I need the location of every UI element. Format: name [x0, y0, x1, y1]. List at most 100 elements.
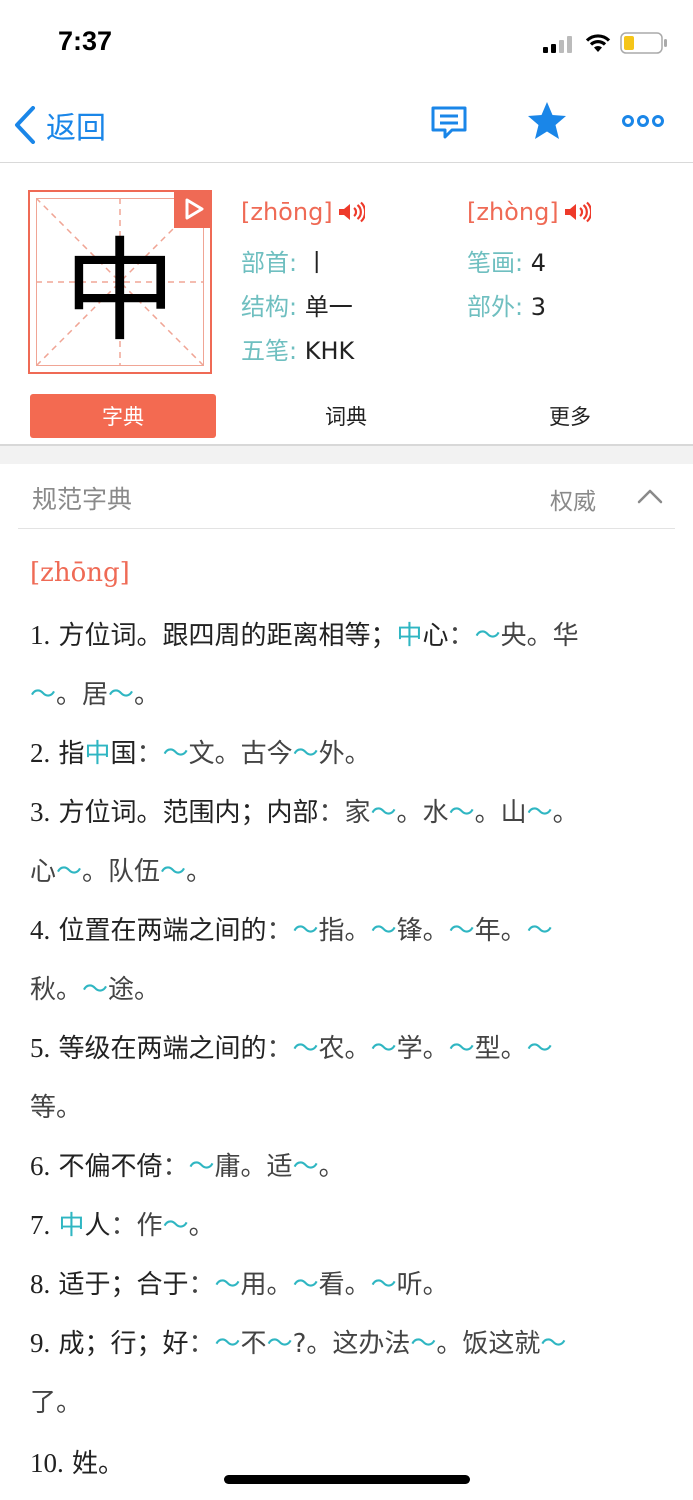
- wubi-info: 五笔: KHK: [241, 331, 354, 366]
- more-icon[interactable]: [622, 112, 664, 130]
- star-icon[interactable]: [526, 100, 568, 142]
- definition-text: 。水: [396, 798, 449, 828]
- definition-text[interactable]: 中: [397, 621, 423, 651]
- definition-text: 姓。: [63, 1449, 125, 1479]
- definition-number: 2.: [30, 738, 51, 768]
- definition-text: 等级在两端之间的: [50, 1034, 267, 1064]
- structure-value: 单一: [304, 293, 353, 321]
- definition-text: 不偏不倚: [50, 1152, 163, 1182]
- definition-line: 2. 指中国：～文。古今～外。: [30, 733, 371, 770]
- divider: [18, 528, 675, 529]
- definition-text: 看。: [318, 1270, 371, 1300]
- definition-text: 年。: [474, 916, 527, 946]
- comment-icon[interactable]: [430, 104, 468, 142]
- definition-line: 7. 中人：作～。: [30, 1205, 215, 1242]
- definition-text: ～: [526, 916, 553, 946]
- status-time: 7:37: [58, 26, 113, 56]
- wubi-label: 五笔:: [241, 337, 298, 365]
- definition-text: ～: [370, 916, 397, 946]
- section-gap: [0, 446, 693, 464]
- definition-text: 成；行；好: [50, 1329, 189, 1359]
- definition-text: 指。: [318, 916, 371, 946]
- definition-text: 不: [240, 1329, 267, 1359]
- definition-text: 。: [134, 680, 161, 710]
- definition-text[interactable]: 中: [59, 1211, 85, 1241]
- definition-text: ～: [214, 1270, 241, 1300]
- definition-text: 农。: [318, 1034, 371, 1064]
- pinyin-zhong4[interactable]: [zhòng]: [467, 198, 591, 226]
- definition-line: 5. 等级在两端之间的：～农。～学。～型。～: [30, 1028, 553, 1065]
- entry-pinyin: [zhōng]: [30, 558, 130, 588]
- back-button[interactable]: 返回: [14, 102, 106, 148]
- definition-text: ～: [370, 1270, 397, 1300]
- definition-text: 用。: [240, 1270, 293, 1300]
- structure-info: 结构: 单一: [241, 287, 353, 322]
- definition-text: 。居: [56, 680, 109, 710]
- definition-text: 方位词。跟四周的距离相等；: [50, 621, 397, 651]
- extra-strokes-label: 部外:: [467, 293, 524, 321]
- definition-text: 。饭这就: [436, 1329, 541, 1359]
- definition-text: ～: [448, 1034, 475, 1064]
- strokes-value: 4: [530, 249, 547, 277]
- strokes-label: 笔画:: [467, 249, 524, 277]
- definition-text: ～: [526, 798, 553, 828]
- stroke-animation-button[interactable]: [174, 190, 212, 228]
- tab-more[interactable]: 更多: [477, 394, 663, 438]
- definition-text: 庸。适: [214, 1152, 293, 1182]
- definition-line: 等。: [30, 1087, 82, 1124]
- definition-text: ：: [266, 1034, 293, 1064]
- definition-text: ：作: [110, 1211, 163, 1241]
- definition-text: ～: [30, 680, 57, 710]
- structure-label: 结构:: [241, 293, 298, 321]
- definition-text: ～: [160, 857, 187, 887]
- definition-number: 8.: [30, 1269, 51, 1299]
- definition-text: ～: [370, 1034, 397, 1064]
- definition-text: ：: [136, 739, 163, 769]
- definition-text: 文。古今: [188, 739, 293, 769]
- definition-text: ～: [162, 1211, 189, 1241]
- definition-text: 。山: [474, 798, 527, 828]
- definition-text: 心: [30, 857, 57, 887]
- definition-text: ～: [188, 1152, 215, 1182]
- tab-zidian[interactable]: 字典: [30, 394, 216, 438]
- definition-text: ～: [370, 798, 397, 828]
- definition-text: 听。: [396, 1270, 449, 1300]
- definition-text: 途。: [108, 975, 161, 1005]
- definition-number: 9.: [30, 1328, 51, 1358]
- definition-number: 6.: [30, 1151, 51, 1181]
- speaker-icon[interactable]: [563, 201, 591, 223]
- extra-strokes-info: 部外: 3: [467, 287, 546, 322]
- tab-cidian[interactable]: 词典: [253, 394, 439, 438]
- definition-text: ～: [540, 1329, 567, 1359]
- chevron-up-icon[interactable]: [636, 486, 664, 506]
- definition-text: 。: [186, 857, 213, 887]
- definition-text: ：: [266, 916, 293, 946]
- definition-text: ～: [448, 916, 475, 946]
- definition-line: 9. 成；行；好：～不～?。这办法～。饭这就～: [30, 1323, 566, 1360]
- definition-text: 等。: [30, 1093, 83, 1123]
- pinyin-zhong1[interactable]: [zhōng]: [241, 198, 365, 226]
- definition-text[interactable]: 中: [85, 739, 111, 769]
- authority-label: 权威: [550, 489, 596, 515]
- definition-text: ～: [410, 1329, 437, 1359]
- definition-text: ～: [214, 1329, 241, 1359]
- definition-text: ～: [56, 857, 83, 887]
- definition-line: 心～。队伍～。: [30, 851, 212, 888]
- definition-line: 6. 不偏不倚：～庸。适～。: [30, 1146, 345, 1183]
- wifi-icon: [585, 34, 611, 52]
- definition-number: 7.: [30, 1210, 51, 1240]
- definition-text: ～: [266, 1329, 293, 1359]
- definition-text: 。队伍: [82, 857, 161, 887]
- definition-text: ：家: [318, 798, 371, 828]
- speaker-icon[interactable]: [337, 201, 365, 223]
- definition-number: 4.: [30, 915, 51, 945]
- definition-text: ～: [108, 680, 135, 710]
- definition-number: 1.: [30, 620, 51, 650]
- definition-text: ～: [474, 621, 501, 651]
- definition-text: 学。: [396, 1034, 449, 1064]
- definition-text: 了。: [30, 1388, 83, 1418]
- definition-line: 1. 方位词。跟四周的距离相等；中心：～央。华: [30, 615, 579, 652]
- definition-line: 了。: [30, 1382, 82, 1419]
- definition-text: 方位词。范围内；内部: [50, 798, 319, 828]
- definition-text: ～: [448, 798, 475, 828]
